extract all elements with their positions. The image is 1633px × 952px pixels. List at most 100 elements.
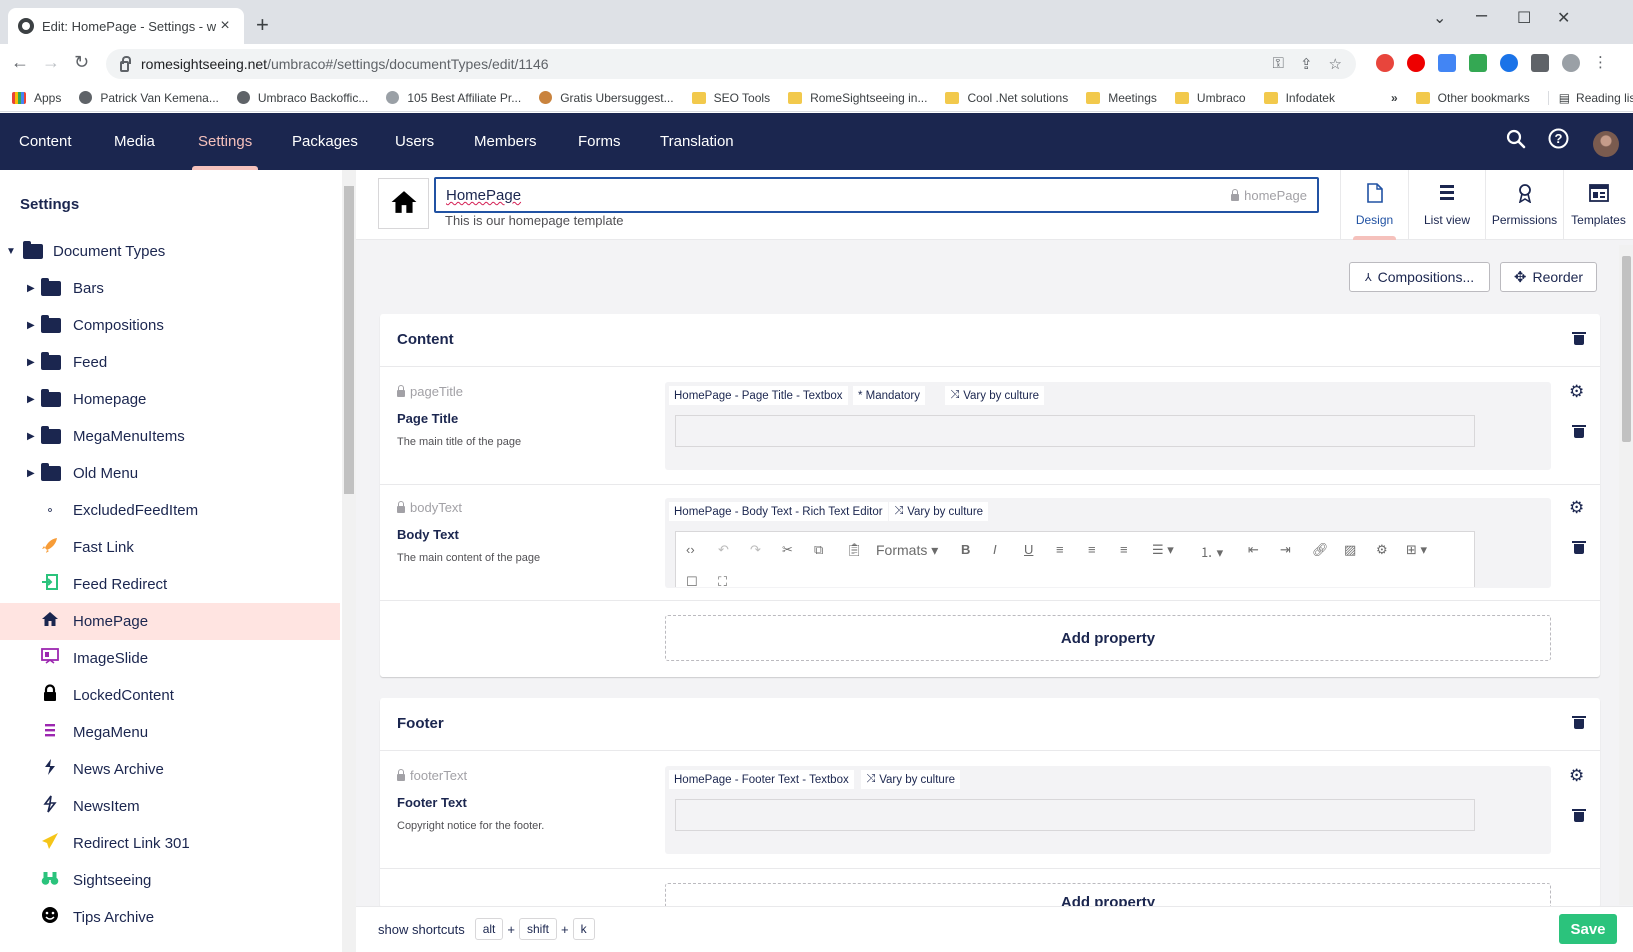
browser-tab[interactable]: Edit: HomePage - Settings - www × — [8, 8, 244, 44]
alias-lock-icon[interactable] — [397, 501, 405, 513]
add-property-button[interactable]: Add property — [665, 883, 1551, 908]
key-icon[interactable]: ⚿ — [1273, 55, 1284, 73]
bookmark-folder[interactable]: SEO Tools — [691, 91, 770, 105]
delete-group-icon[interactable] — [1572, 716, 1586, 729]
property-alias[interactable]: bodyText — [397, 500, 462, 515]
delete-property-icon[interactable] — [1572, 809, 1586, 822]
extension-icon[interactable] — [1376, 54, 1394, 72]
caret-right-icon[interactable]: ▶ — [27, 394, 35, 405]
property-editor-preview[interactable]: HomePage - Page Title - Textbox * Mandat… — [665, 382, 1551, 470]
opera-extension-icon[interactable] — [1407, 54, 1425, 72]
tree-folder[interactable]: ▶ Bars — [0, 270, 340, 307]
bookmark-folder[interactable]: Cool .Net solutions — [945, 91, 1068, 105]
group-title[interactable]: Footer — [397, 715, 444, 732]
property-description[interactable]: The main title of the page — [397, 436, 521, 448]
bookmark-item[interactable]: 105 Best Affiliate Pr... — [386, 91, 521, 105]
doctype-name-input[interactable]: HomePage homePage — [434, 177, 1319, 213]
shortcuts-hint[interactable]: show shortcuts alt + shift + k — [378, 918, 599, 940]
other-bookmarks-folder[interactable]: Other bookmarks — [1415, 91, 1530, 105]
tree-doctype[interactable]: ImageSlide — [0, 640, 340, 677]
alias-lock-icon[interactable] — [397, 769, 405, 781]
share-icon[interactable]: ⇪ — [1300, 55, 1313, 73]
extension-icon[interactable] — [1438, 54, 1456, 72]
section-users[interactable]: Users — [395, 113, 434, 170]
minimize-icon[interactable]: – — [1476, 4, 1487, 27]
bookmark-item[interactable]: Apps — [12, 91, 61, 105]
settings-gear-icon[interactable]: ⚙ — [1569, 498, 1584, 518]
property-description[interactable]: The main content of the page — [397, 552, 540, 564]
profile-icon[interactable] — [1562, 54, 1580, 72]
delete-group-icon[interactable] — [1572, 332, 1586, 345]
editor-scroll-thumb[interactable] — [1622, 256, 1631, 442]
extension-icon[interactable] — [1500, 54, 1518, 72]
caret-right-icon[interactable]: ▶ — [27, 283, 35, 294]
bookmark-item[interactable]: Umbraco Backoffic... — [236, 91, 368, 105]
section-translation[interactable]: Translation — [660, 113, 734, 170]
bookmark-folder[interactable]: Umbraco — [1174, 91, 1246, 105]
save-button[interactable]: Save — [1559, 914, 1617, 944]
settings-gear-icon[interactable]: ⚙ — [1569, 382, 1584, 402]
delete-property-icon[interactable] — [1572, 541, 1586, 554]
bookmark-folder[interactable]: RomeSightseeing in... — [788, 91, 927, 105]
section-forms[interactable]: Forms — [578, 113, 621, 170]
alias-lock-icon[interactable] — [397, 385, 405, 397]
app-templates[interactable]: Templates — [1563, 170, 1633, 240]
app-permissions[interactable]: Permissions — [1485, 170, 1563, 240]
property-name[interactable]: Page Title — [397, 411, 458, 426]
tree-folder[interactable]: ▶ Feed — [0, 344, 340, 381]
bookmark-folder[interactable]: Meetings — [1086, 91, 1157, 105]
search-icon[interactable] — [1506, 129, 1526, 155]
tab-search-icon[interactable]: ⌄ — [1433, 8, 1446, 28]
sidebar-scroll-thumb[interactable] — [344, 186, 354, 494]
property-description[interactable]: Copyright notice for the footer. — [397, 820, 544, 832]
doctype-description[interactable]: This is our homepage template — [445, 213, 623, 228]
tree-doctype[interactable]: Sightseeing — [0, 862, 340, 899]
bookmark-folder[interactable]: Infodatek — [1263, 91, 1335, 105]
tree-doctype[interactable]: LockedContent — [0, 677, 340, 714]
section-media[interactable]: Media — [114, 113, 155, 170]
tree-root-document-types[interactable]: ▼ Document Types — [0, 233, 340, 270]
bookmark-item[interactable]: Gratis Ubersuggest... — [539, 91, 674, 105]
app-design[interactable]: Design — [1340, 170, 1408, 240]
group-title[interactable]: Content — [397, 331, 454, 348]
maximize-icon[interactable]: ☐ — [1517, 8, 1531, 28]
bookmark-star-icon[interactable]: ☆ — [1329, 55, 1342, 73]
tree-folder[interactable]: ▶ MegaMenuItems — [0, 418, 340, 455]
tree-folder[interactable]: ▶ Compositions — [0, 307, 340, 344]
tree-folder[interactable]: ▶ Old Menu — [0, 455, 340, 492]
tree-folder[interactable]: ▶ Homepage — [0, 381, 340, 418]
tree-doctype[interactable]: Feed Redirect — [0, 566, 340, 603]
property-name[interactable]: Body Text — [397, 527, 459, 542]
doctype-alias[interactable]: homePage — [1231, 188, 1307, 203]
tree-doctype[interactable]: ⚬ ExcludedFeedItem — [0, 492, 340, 529]
section-packages[interactable]: Packages — [292, 113, 358, 170]
settings-gear-icon[interactable]: ⚙ — [1569, 766, 1584, 786]
property-editor-preview[interactable]: HomePage - Body Text - Rich Text Editor … — [665, 498, 1551, 588]
bookmark-item[interactable]: Patrick Van Kemena... — [79, 91, 219, 105]
property-name[interactable]: Footer Text — [397, 795, 467, 810]
reading-list-button[interactable]: ▤ Reading list — [1547, 90, 1633, 105]
address-bar[interactable]: romesightseeing.net/umbraco#/settings/do… — [106, 49, 1356, 79]
app-list-view[interactable]: List view — [1408, 170, 1485, 240]
puzzle-extensions-icon[interactable] — [1531, 54, 1549, 72]
alias-lock-icon[interactable] — [1231, 189, 1240, 201]
tree-doctype[interactable]: Tips Archive — [0, 899, 340, 936]
mail-extension-icon[interactable] — [1469, 54, 1487, 72]
forward-icon[interactable]: → — [42, 52, 60, 73]
tree-doctype[interactable]: NewsItem — [0, 788, 340, 825]
back-icon[interactable]: ← — [11, 52, 29, 73]
tree-doctype[interactable]: News Archive — [0, 751, 340, 788]
compositions-button[interactable]: ⅄ Compositions... — [1349, 262, 1490, 292]
section-content[interactable]: Content — [19, 113, 72, 170]
delete-property-icon[interactable] — [1572, 425, 1586, 438]
tree-doctype[interactable]: Redirect Link 301 — [0, 825, 340, 862]
section-settings[interactable]: Settings — [191, 113, 259, 170]
help-icon[interactable]: ? — [1548, 128, 1569, 155]
reload-icon[interactable]: ↻ — [74, 52, 89, 73]
property-editor-preview[interactable]: HomePage - Footer Text - Textbox ⤨ Vary b… — [665, 766, 1551, 854]
section-members[interactable]: Members — [474, 113, 537, 170]
tree-doctype[interactable]: Fast Link — [0, 529, 340, 566]
caret-right-icon[interactable]: ▶ — [27, 320, 35, 331]
new-tab-icon[interactable]: + — [256, 14, 269, 36]
tab-close-icon[interactable]: × — [216, 17, 234, 35]
